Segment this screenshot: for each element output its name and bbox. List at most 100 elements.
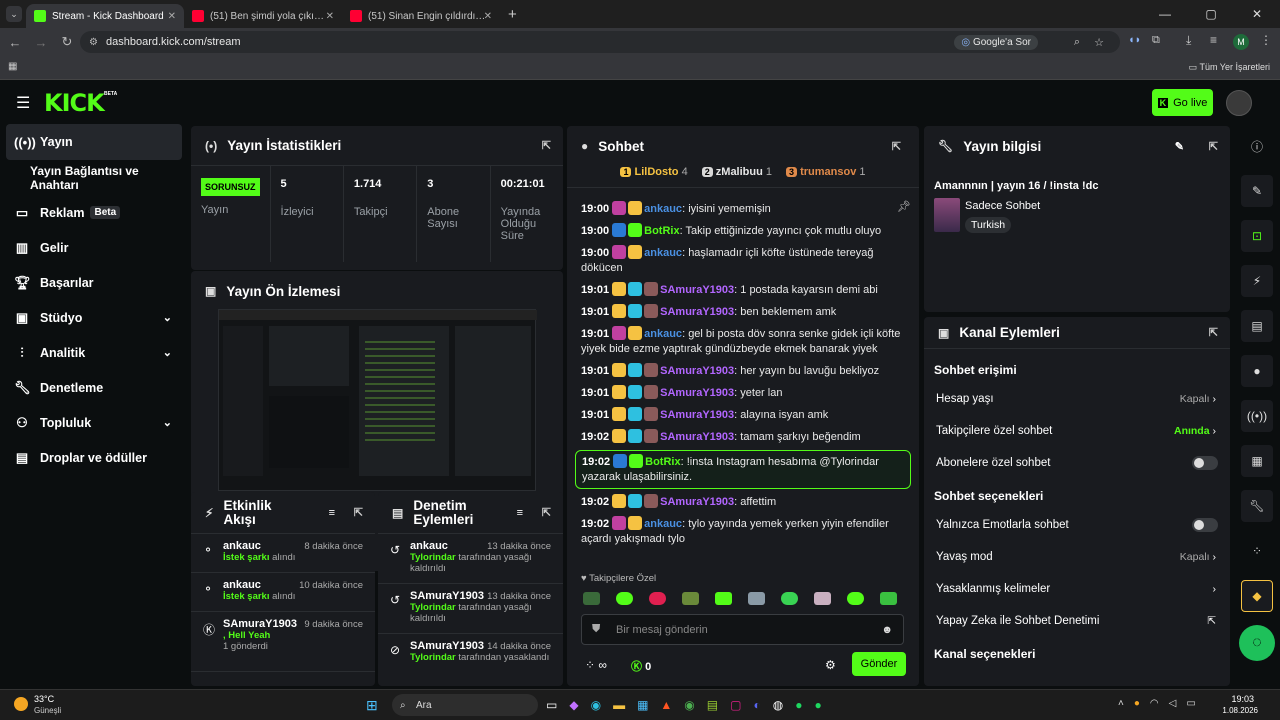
clock-time[interactable]: 19:03 [1231,694,1254,704]
emote[interactable] [814,592,831,605]
emote-only-toggle[interactable] [1192,518,1218,532]
brave-icon[interactable]: ▲ [660,698,672,712]
sidebar-item-community[interactable]: ⚇ Topluluk ⌄ [0,405,190,440]
copilot-icon[interactable]: ◆ [569,698,578,712]
chat-username[interactable]: BotRix [645,456,680,468]
close-tab-icon[interactable]: ✕ [326,11,334,22]
hamburger-menu-icon[interactable]: ☰ [16,93,30,113]
store-icon[interactable]: ▦ [637,698,648,712]
notes-icon[interactable]: ▤ [1241,310,1273,342]
windows-start-icon[interactable]: ⊞ [366,697,378,714]
top-gifter[interactable]: 2 zMalibuu 1 [701,166,772,187]
filter-icon[interactable]: ≡ [329,507,335,519]
settings-gear-icon[interactable]: ⚙ [825,658,836,672]
layout-icon[interactable]: ▦ [1241,445,1273,477]
chat-username[interactable]: BotRix [644,225,679,237]
weather-temp[interactable]: 33°C [34,694,54,704]
discord-icon[interactable]: ◐ [753,698,760,712]
kick-logo[interactable]: KICK [44,89,105,117]
maximize-icon[interactable]: ▢ [1188,7,1234,21]
popout-icon[interactable]: ⇱ [542,506,551,519]
zoom-icon[interactable]: ⌕ [1074,36,1080,49]
chat-input[interactable]: ⛊ Bir mesaj gönderin ☻ [581,614,904,645]
browser-tab[interactable]: (51) Ben şimdi yola çıkıyom daha✕ [184,4,342,28]
edit-pencil-icon[interactable]: ✎ [1241,175,1273,207]
emoji-icon[interactable]: ☻ [881,624,893,636]
help-chat-icon[interactable]: ◌ [1239,625,1275,661]
browser-menu-icon[interactable]: ⋮ [1260,33,1272,47]
back-icon[interactable]: ← [2,35,28,50]
forward-icon[interactable]: → [28,35,54,50]
user-avatar[interactable] [1226,90,1252,116]
site-info-icon[interactable]: ⚙ [89,37,98,48]
minimize-icon[interactable]: — [1142,7,1188,21]
close-tab-icon[interactable]: ✕ [168,11,176,22]
pin-icon[interactable]: 📌︎ [897,200,911,213]
infinity-icon[interactable]: ⁘ ∞ [585,658,607,672]
all-bookmarks[interactable]: ▭ Tüm Yer İşaretleri [1189,62,1270,73]
wifi-icon[interactable]: ◠ [1150,698,1159,709]
popout-icon[interactable]: ⇱ [892,140,901,153]
emote[interactable] [616,592,633,605]
sidebar-item-achievements[interactable]: 🏆︎ Başarılar [0,265,190,300]
chat-username[interactable]: SAmuraY1903 [660,431,734,443]
new-tab-button[interactable]: + [508,4,517,28]
file-explorer-icon[interactable]: ▬ [613,698,625,712]
obs-icon[interactable]: ◍ [773,698,783,712]
app-icon[interactable]: ▢ [730,698,741,712]
apps-grid-icon[interactable]: ▦ [8,61,17,72]
emote[interactable] [781,592,798,605]
popout-icon[interactable]: ⇱ [1209,326,1218,339]
chat-username[interactable]: SAmuraY1903 [660,387,734,399]
sidebar-item-moderation[interactable]: 🔧︎ Denetleme [0,370,190,405]
google-ask-chip[interactable]: ◎ Google'a Sor [954,34,1038,50]
volume-icon[interactable]: ◁ [1169,698,1177,709]
info-icon[interactable]: ⓘ [1241,130,1273,162]
followers-only-row[interactable]: Takipçilere özel sohbet Anında › [924,415,1230,447]
slow-mode-row[interactable]: Yavaş mod Kapalı › [924,541,1230,573]
chrome-icon[interactable]: ◉ [684,698,694,712]
ai-moderation-row[interactable]: Yapay Zeka ile Sohbet Denetimi ⇱ [924,605,1230,637]
camera-icon[interactable]: ⊡ [1241,220,1273,252]
chat-bubble-icon[interactable]: ● [1241,355,1273,387]
banned-words-row[interactable]: Yasaklanmış kelimeler › [924,573,1230,605]
sidebar-item-stream-key[interactable]: Yayın Bağlantısı ve Anahtarı [0,160,190,195]
emote[interactable] [880,592,897,605]
browser-tab[interactable]: Stream - Kick Dashboard ✕ [26,4,184,28]
go-live-button[interactable]: K Go live [1152,89,1213,116]
emote[interactable] [649,592,666,605]
chat-username[interactable]: SAmuraY1903 [660,365,734,377]
task-view-icon[interactable]: ▭ [546,698,557,712]
lightning-icon[interactable]: ⚡︎ [1241,265,1273,297]
tab-menu-button[interactable]: ⌄ [6,6,22,22]
spotify-icon[interactable]: ● [795,698,802,712]
emote[interactable] [583,592,600,605]
account-age-row[interactable]: Hesap yaşı Kapalı › [924,383,1230,415]
browser-tab[interactable]: (51) Sinan Engin çıldırdı Seyret!✕ [342,4,500,28]
url-field[interactable]: ⚙ dashboard.kick.com/stream ◎ Google'a S… [80,31,1120,53]
category-name[interactable]: Sadece Sohbet [965,200,1040,212]
popout-icon[interactable]: ⇱ [542,139,551,152]
mic-icon[interactable]: ● [1134,698,1140,709]
popout-icon[interactable]: ⇱ [1209,140,1218,153]
chat-username[interactable]: SAmuraY1903 [660,306,734,318]
ticket-icon[interactable]: ◆ [1241,580,1273,612]
popout-icon[interactable]: ⇱ [354,506,363,519]
menu-list-icon[interactable]: ≡ [1210,33,1217,47]
broadcast-icon[interactable]: ((•)) [1241,400,1273,432]
close-tab-icon[interactable]: ✕ [484,11,492,22]
emote[interactable] [715,592,732,605]
reload-icon[interactable]: ↻ [54,34,80,50]
edit-pencil-icon[interactable]: ✎ [1175,140,1184,153]
emote[interactable] [748,592,765,605]
chat-username[interactable]: ankauc [644,247,682,259]
chat-username[interactable]: ankauc [644,328,682,340]
profile-avatar[interactable]: M [1233,34,1249,50]
spotify-icon[interactable]: ● [814,698,821,712]
points-display[interactable]: Ⓚ 0 [631,658,651,674]
send-button[interactable]: Gönder [852,652,906,676]
extension-icon[interactable]: ◖◗ [1128,34,1141,46]
emote[interactable] [682,592,699,605]
sidebar-item-revenue[interactable]: ▥ Gelir [0,230,190,265]
top-gifter[interactable]: 1 LilDosto 4 [620,166,688,187]
